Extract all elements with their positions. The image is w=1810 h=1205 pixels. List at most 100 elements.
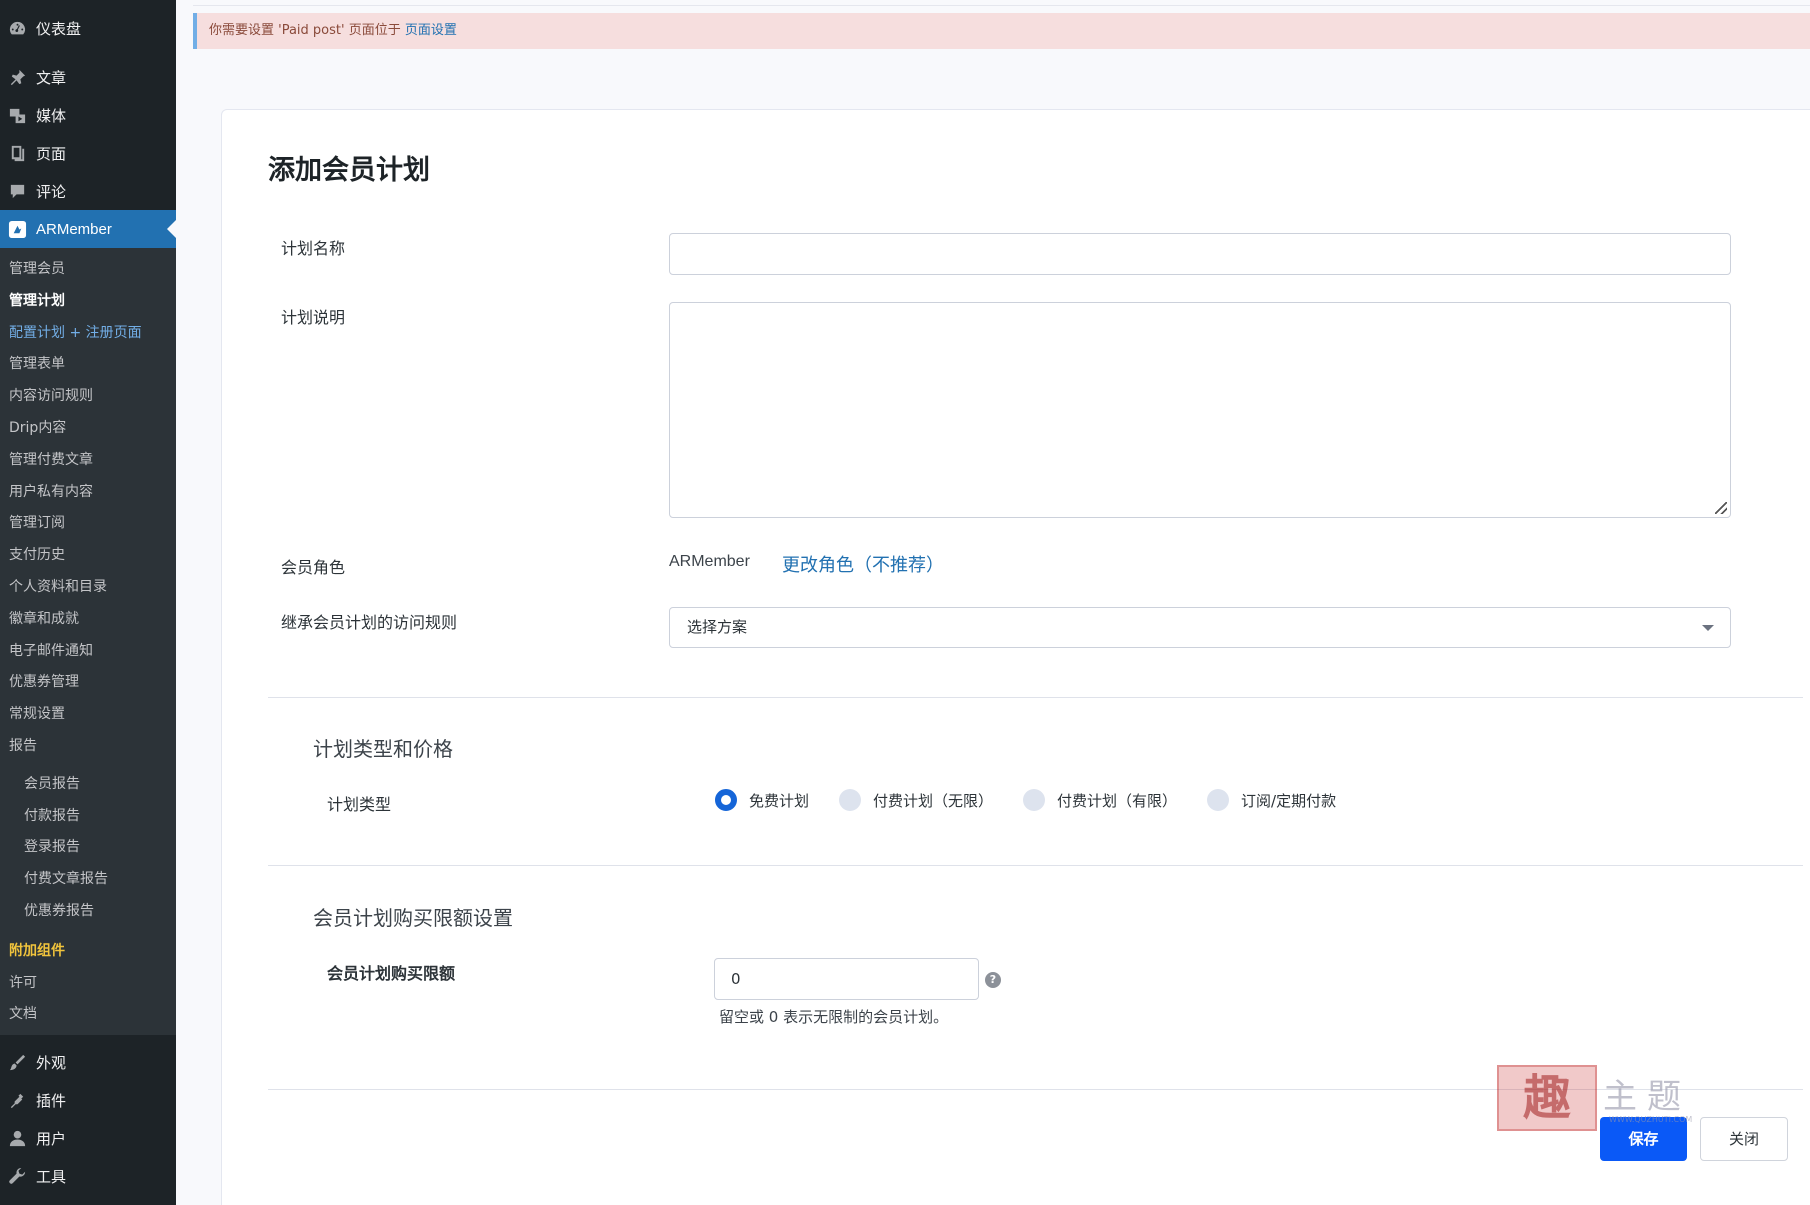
menu-media-label: 媒体 — [36, 106, 67, 125]
brush-icon — [6, 1051, 28, 1073]
purchase-limit-input[interactable]: 0 — [714, 958, 979, 1000]
submenu-coupons[interactable]: 优惠券管理 — [0, 667, 176, 699]
submenu-paid-posts[interactable]: 管理付费文章 — [0, 445, 176, 477]
pin-icon — [6, 66, 28, 88]
armember-submenu: 管理会员 管理计划 配置计划 + 注册页面 管理表单 内容访问规则 Drip内容… — [0, 248, 176, 1036]
section-divider — [268, 865, 1803, 866]
submenu-access-rules[interactable]: 内容访问规则 — [0, 381, 176, 413]
menu-armember-label: ARMember — [36, 220, 112, 238]
watermark-url: WWW.QUZHUTI.COM — [1609, 1115, 1693, 1124]
menu-comments[interactable]: 评论 — [0, 172, 176, 210]
purchase-limit-hint: 留空或 0 表示无限制的会员计划。 — [719, 1008, 949, 1026]
radio-paid-limited-label: 付费计划（有限） — [1057, 791, 1178, 810]
page-title: 添加会员计划 — [268, 155, 430, 186]
menu-tools-label: 工具 — [36, 1167, 67, 1186]
submenu-manage-forms[interactable]: 管理表单 — [0, 349, 176, 381]
plan-name-label: 计划名称 — [281, 239, 346, 258]
menu-pages-label: 页面 — [36, 144, 67, 163]
submenu-configure-plans[interactable]: 配置计划 + 注册页面 — [0, 318, 176, 350]
plugin-icon — [6, 1089, 28, 1111]
menu-tools[interactable]: 工具 — [0, 1157, 176, 1195]
limit-section-title: 会员计划购买限额设置 — [313, 906, 513, 930]
page-icon — [6, 142, 28, 164]
plan-name-input[interactable] — [669, 233, 1731, 275]
radio-checked-icon — [715, 789, 737, 811]
inherit-plan-select[interactable]: 选择方案 — [669, 607, 1731, 648]
armember-icon — [6, 218, 28, 240]
comment-icon — [6, 180, 28, 202]
submenu-profiles-directory[interactable]: 个人资料和目录 — [0, 572, 176, 604]
submenu-email-notifications[interactable]: 电子邮件通知 — [0, 636, 176, 668]
user-icon — [6, 1127, 28, 1149]
member-role-value: ARMember — [669, 553, 750, 570]
radio-unchecked-icon — [839, 789, 862, 811]
media-icon — [6, 104, 28, 126]
radio-unchecked-icon — [1023, 789, 1046, 811]
submenu-docs[interactable]: 文档 — [0, 999, 176, 1031]
notice-page-settings-link[interactable]: 页面设置 — [405, 23, 457, 38]
menu-appearance[interactable]: 外观 — [0, 1043, 176, 1081]
plan-description-label: 计划说明 — [281, 308, 346, 327]
menu-dashboard-label: 仪表盘 — [36, 19, 82, 38]
help-icon[interactable]: ? — [985, 972, 1001, 988]
submenu-payment-report[interactable]: 付款报告 — [0, 801, 176, 833]
header-strip — [193, 0, 1810, 6]
submenu-coupon-report[interactable]: 优惠券报告 — [0, 896, 176, 928]
inherit-rules-label: 继承会员计划的访问规则 — [281, 613, 458, 632]
menu-dashboard[interactable]: 仪表盘 — [0, 9, 176, 47]
radio-subscription-label: 订阅/定期付款 — [1241, 791, 1337, 810]
member-role-label: 会员角色 — [281, 558, 346, 577]
submenu-general-settings[interactable]: 常规设置 — [0, 699, 176, 731]
submenu-addons[interactable]: 附加组件 — [0, 936, 176, 968]
menu-posts[interactable]: 文章 — [0, 58, 176, 96]
submenu-login-report[interactable]: 登录报告 — [0, 832, 176, 864]
change-role-link[interactable]: 更改角色（不推荐） — [782, 551, 944, 577]
menu-armember[interactable]: ARMember — [0, 210, 176, 248]
submenu-private-content[interactable]: 用户私有内容 — [0, 477, 176, 509]
plan-type-section-title: 计划类型和价格 — [313, 737, 453, 761]
radio-free-plan-label: 免费计划 — [749, 791, 810, 810]
notice-text: 你需要设置 'Paid post' 页面位于 — [209, 23, 401, 38]
admin-sidebar: 仪表盘 文章 媒体 页面 评论 ARMember 管理会员 管理计划 配置计划 … — [0, 0, 176, 1205]
sidebar-top-spacer — [0, 0, 176, 9]
dashboard-icon — [6, 17, 28, 39]
menu-users-label: 用户 — [36, 1129, 67, 1148]
chevron-down-icon — [1702, 625, 1714, 631]
submenu-subscriptions[interactable]: 管理订阅 — [0, 508, 176, 540]
radio-paid-unlimited[interactable]: 付费计划（无限） — [839, 789, 993, 811]
purchase-limit-label: 会员计划购买限额 — [327, 964, 456, 983]
section-divider — [268, 697, 1803, 698]
menu-appearance-label: 外观 — [36, 1053, 67, 1072]
watermark-seal: 趣 — [1497, 1065, 1597, 1131]
submenu-reports[interactable]: 报告 — [0, 731, 176, 763]
resize-handle[interactable] — [1715, 502, 1727, 514]
submenu-payment-history[interactable]: 支付历史 — [0, 540, 176, 572]
radio-free-plan[interactable]: 免费计划 — [715, 789, 809, 811]
radio-subscription[interactable]: 订阅/定期付款 — [1207, 789, 1336, 811]
menu-pages[interactable]: 页面 — [0, 134, 176, 172]
submenu-gap — [0, 928, 176, 936]
radio-paid-limited[interactable]: 付费计划（有限） — [1023, 789, 1177, 811]
plan-type-radio-group: 免费计划 付费计划（无限） 付费计划（有限） 订阅/定期付款 — [715, 789, 1366, 811]
plan-description-textarea[interactable] — [669, 302, 1731, 518]
menu-users[interactable]: 用户 — [0, 1119, 176, 1157]
watermark-text: 主题 — [1603, 1077, 1691, 1117]
watermark-logo: 趣 主题 WWW.QUZHUTI.COM — [1497, 1065, 1727, 1135]
menu-plugins[interactable]: 插件 — [0, 1081, 176, 1119]
submenu-drip-content[interactable]: Drip内容 — [0, 413, 176, 445]
submenu-member-report[interactable]: 会员报告 — [0, 769, 176, 801]
menu-posts-label: 文章 — [36, 68, 67, 87]
wrench-icon — [6, 1165, 28, 1187]
inherit-plan-select-value: 选择方案 — [687, 618, 748, 636]
submenu-manage-members[interactable]: 管理会员 — [0, 254, 176, 286]
admin-notice: 你需要设置 'Paid post' 页面位于 页面设置 — [193, 13, 1810, 49]
plan-type-label: 计划类型 — [327, 795, 392, 814]
submenu-manage-plans[interactable]: 管理计划 — [0, 286, 176, 318]
submenu-paid-post-report[interactable]: 付费文章报告 — [0, 864, 176, 896]
submenu-badges[interactable]: 徽章和成就 — [0, 604, 176, 636]
radio-paid-unlimited-label: 付费计划（无限） — [873, 791, 994, 810]
radio-unchecked-icon — [1207, 789, 1230, 811]
submenu-license[interactable]: 许可 — [0, 968, 176, 1000]
menu-media[interactable]: 媒体 — [0, 96, 176, 134]
